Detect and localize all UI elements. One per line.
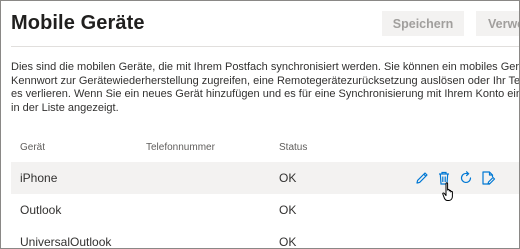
delete-icon[interactable]: [436, 170, 452, 186]
device-name: Outlook: [20, 203, 62, 217]
row-actions: [414, 162, 519, 194]
discard-button[interactable]: Verwe: [476, 11, 519, 36]
mobile-devices-panel: Mobile Geräte Speichern Verwe Dies sind …: [0, 0, 520, 249]
description-line: es verlieren. Wenn Sie ein neues Gerät h…: [11, 88, 520, 100]
table-row[interactable]: Outlook OK: [11, 194, 519, 226]
device-status: OK: [279, 235, 297, 249]
table-row[interactable]: UniversalOutlook OK: [11, 226, 519, 249]
device-name: UniversalOutlook: [20, 235, 112, 249]
page-title: Mobile Geräte: [11, 12, 145, 34]
device-status: OK: [279, 203, 297, 217]
description-text: Dies sind die mobilen Geräte, die mit Ih…: [11, 61, 520, 115]
column-header-status[interactable]: Status: [279, 142, 307, 153]
column-header-device[interactable]: Gerät: [20, 142, 45, 153]
details-icon[interactable]: [480, 170, 496, 186]
column-header-phone[interactable]: Telefonnummer: [146, 142, 215, 153]
refresh-icon[interactable]: [458, 170, 474, 186]
device-status: OK: [279, 171, 297, 185]
header-divider: [11, 46, 519, 47]
table-header: Gerät Telefonnummer Status: [11, 142, 519, 156]
device-name: iPhone: [20, 171, 58, 185]
edit-icon[interactable]: [414, 170, 430, 186]
description-line: Dies sind die mobilen Geräte, die mit Ih…: [11, 61, 520, 73]
description-line: Kennwort zur Gerätewiederherstellung zug…: [11, 74, 520, 87]
save-button[interactable]: Speichern: [382, 11, 464, 36]
description-line: in der Liste angezeigt.: [11, 101, 119, 114]
table-row[interactable]: iPhone OK: [11, 162, 519, 194]
